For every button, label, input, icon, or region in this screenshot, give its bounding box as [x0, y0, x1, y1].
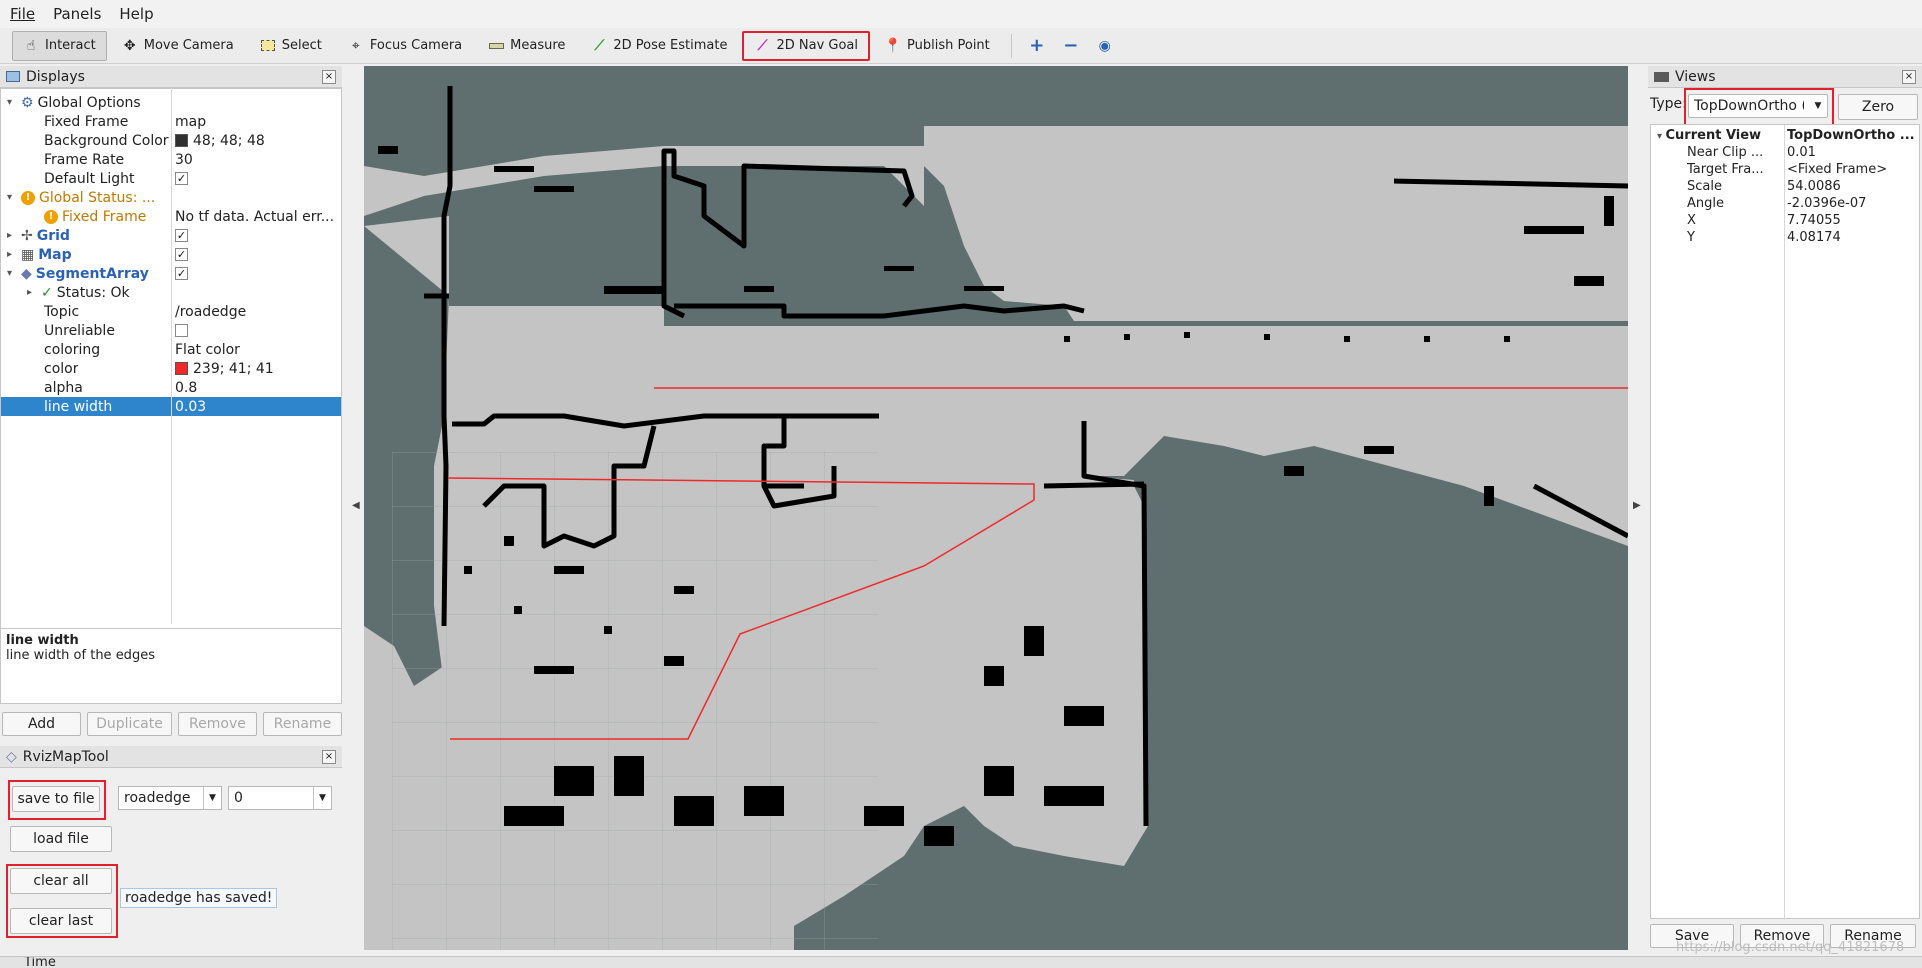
- checkmark-icon: ✓: [41, 284, 53, 301]
- toolbar-divider: [1010, 33, 1012, 58]
- view-row-scale[interactable]: Scale 54.0086: [1651, 179, 1919, 196]
- move-camera-tool-button[interactable]: ✥ Move Camera: [111, 31, 245, 61]
- view-row-angle[interactable]: Angle -2.0396e-07: [1651, 196, 1919, 213]
- render-viewport[interactable]: [364, 66, 1628, 950]
- view-row-near-clip[interactable]: Near Clip ... 0.01: [1651, 145, 1919, 162]
- tool-visibility-button[interactable]: ◉: [1090, 31, 1120, 61]
- grid-icon: ✢: [21, 227, 33, 244]
- minus-icon: −: [1063, 35, 1079, 56]
- occupancy-map: [364, 66, 1628, 950]
- views-close-button[interactable]: ×: [1902, 69, 1916, 84]
- view-row-current-view[interactable]: ▾ Current View TopDownOrtho ...: [1651, 128, 1919, 145]
- menu-help[interactable]: Help: [119, 5, 153, 23]
- focus-crosshair-icon: ⌖: [351, 37, 360, 54]
- background-color-swatch: [175, 134, 188, 147]
- watermark-text: https://blog.csdn.net/qq_41821678: [1676, 940, 1905, 955]
- pose-estimate-tool-button[interactable]: ⟋ 2D Pose Estimate: [580, 31, 738, 61]
- eye-icon: ◉: [1098, 37, 1111, 54]
- green-arrow-icon: ⟋: [594, 37, 605, 54]
- map-layer-select[interactable]: roadedge ▼: [118, 786, 222, 810]
- hand-pointer-icon: ☝: [26, 37, 36, 54]
- views-tree: ▾ Current View TopDownOrtho ... Near Cli…: [1650, 124, 1920, 920]
- clear-all-button[interactable]: clear all: [10, 868, 112, 894]
- duplicate-display-button[interactable]: Duplicate: [87, 712, 172, 736]
- zero-view-button[interactable]: Zero: [1838, 94, 1918, 120]
- menu-bar: File Panels Help: [0, 0, 1922, 28]
- gear-icon: ⚙: [21, 94, 34, 111]
- move-arrows-icon: ✥: [123, 37, 136, 54]
- rviz-map-tool-panel-title: ◇ RvizMapTool ×: [0, 746, 342, 768]
- grid-overlay: [392, 452, 878, 950]
- ruler-icon: [488, 38, 504, 54]
- view-row-target-frame[interactable]: Target Fra... <Fixed Frame>: [1651, 162, 1919, 179]
- plugin-diamond-icon: ◆: [21, 265, 32, 282]
- clear-last-button[interactable]: clear last: [10, 908, 112, 934]
- map-icon: ▦: [21, 246, 35, 263]
- save-status-message: roadedge has saved!: [120, 888, 278, 908]
- rviz-map-tool-close-button[interactable]: ×: [322, 749, 336, 764]
- plugin-diamond-icon: ◇: [6, 748, 17, 765]
- rename-display-button[interactable]: Rename: [262, 712, 342, 736]
- add-display-button[interactable]: Add: [2, 712, 82, 736]
- time-panel-label: Time: [24, 956, 56, 968]
- add-tool-button[interactable]: +: [1022, 31, 1052, 61]
- camera-icon: [1654, 71, 1669, 82]
- expand-down-icon: ▾: [7, 268, 13, 279]
- monitor-icon: [6, 71, 20, 82]
- selection-box-icon: [260, 38, 276, 54]
- chevron-down-icon: ▼: [203, 787, 221, 809]
- remove-tool-button[interactable]: −: [1056, 31, 1086, 61]
- grid-enabled-checkbox[interactable]: ✓: [175, 229, 188, 242]
- menu-panels[interactable]: Panels: [53, 5, 101, 23]
- displays-panel-title: Displays ×: [0, 66, 342, 88]
- warning-icon: !: [21, 190, 35, 205]
- displays-button-row: Add Duplicate Remove Rename: [0, 712, 342, 738]
- index-select[interactable]: 0 ▼: [228, 786, 332, 810]
- segment-array-enabled-checkbox[interactable]: ✓: [175, 267, 188, 280]
- expand-down-icon: ▾: [7, 192, 13, 203]
- unreliable-checkbox[interactable]: [175, 324, 188, 337]
- publish-point-tool-button[interactable]: 📍 Publish Point: [874, 31, 1001, 61]
- expand-right-icon: ▸: [7, 230, 13, 241]
- property-description-box: line width line width of the edges: [0, 628, 342, 704]
- nav-goal-tool-button[interactable]: ⟋ 2D Nav Goal: [742, 30, 871, 61]
- edge-color-swatch: [175, 362, 188, 375]
- interact-tool-button[interactable]: ☝ Interact: [12, 30, 107, 61]
- expand-right-icon: ▸: [27, 287, 33, 298]
- map-enabled-checkbox[interactable]: ✓: [175, 248, 188, 261]
- view-type-select[interactable]: TopDownOrtho ( ▼: [1688, 94, 1828, 118]
- expand-right-icon: ▸: [7, 249, 13, 260]
- warning-icon: !: [44, 209, 58, 224]
- select-tool-button[interactable]: Select: [249, 31, 333, 61]
- view-type-label: Type:: [1650, 96, 1687, 112]
- time-panel-title: Time: [0, 956, 1922, 968]
- left-splitter-arrow-icon[interactable]: ◀: [352, 500, 360, 511]
- measure-tool-button[interactable]: Measure: [477, 31, 576, 61]
- view-row-x[interactable]: X 7.74055: [1651, 213, 1919, 230]
- plus-icon: +: [1029, 35, 1045, 56]
- default-light-checkbox[interactable]: ✓: [175, 172, 188, 185]
- menu-file[interactable]: File: [10, 5, 35, 23]
- expand-down-icon: ▾: [1657, 131, 1666, 142]
- magenta-arrow-icon: ⟋: [757, 37, 768, 54]
- expand-down-icon: ▾: [7, 97, 13, 108]
- tool-toolbar: ☝ Interact ✥ Move Camera Select ⌖ Focus …: [0, 28, 1922, 64]
- chevron-down-icon: ▼: [313, 787, 331, 809]
- map-pin-icon: 📍: [884, 37, 902, 54]
- displays-close-button[interactable]: ×: [322, 69, 336, 84]
- chevron-down-icon: ▼: [1814, 101, 1822, 111]
- view-row-y[interactable]: Y 4.08174: [1651, 230, 1919, 247]
- load-file-button[interactable]: load file: [10, 826, 112, 852]
- focus-camera-tool-button[interactable]: ⌖ Focus Camera: [337, 31, 473, 61]
- rviz-map-tool-panel: save to file roadedge ▼ 0 ▼ load file cl…: [0, 768, 342, 954]
- remove-display-button[interactable]: Remove: [177, 712, 257, 736]
- right-splitter-arrow-icon[interactable]: ▶: [1633, 500, 1641, 511]
- views-panel-title: Views ×: [1648, 66, 1922, 88]
- save-to-file-button[interactable]: save to file: [12, 786, 100, 812]
- tree-column-divider: [171, 88, 172, 624]
